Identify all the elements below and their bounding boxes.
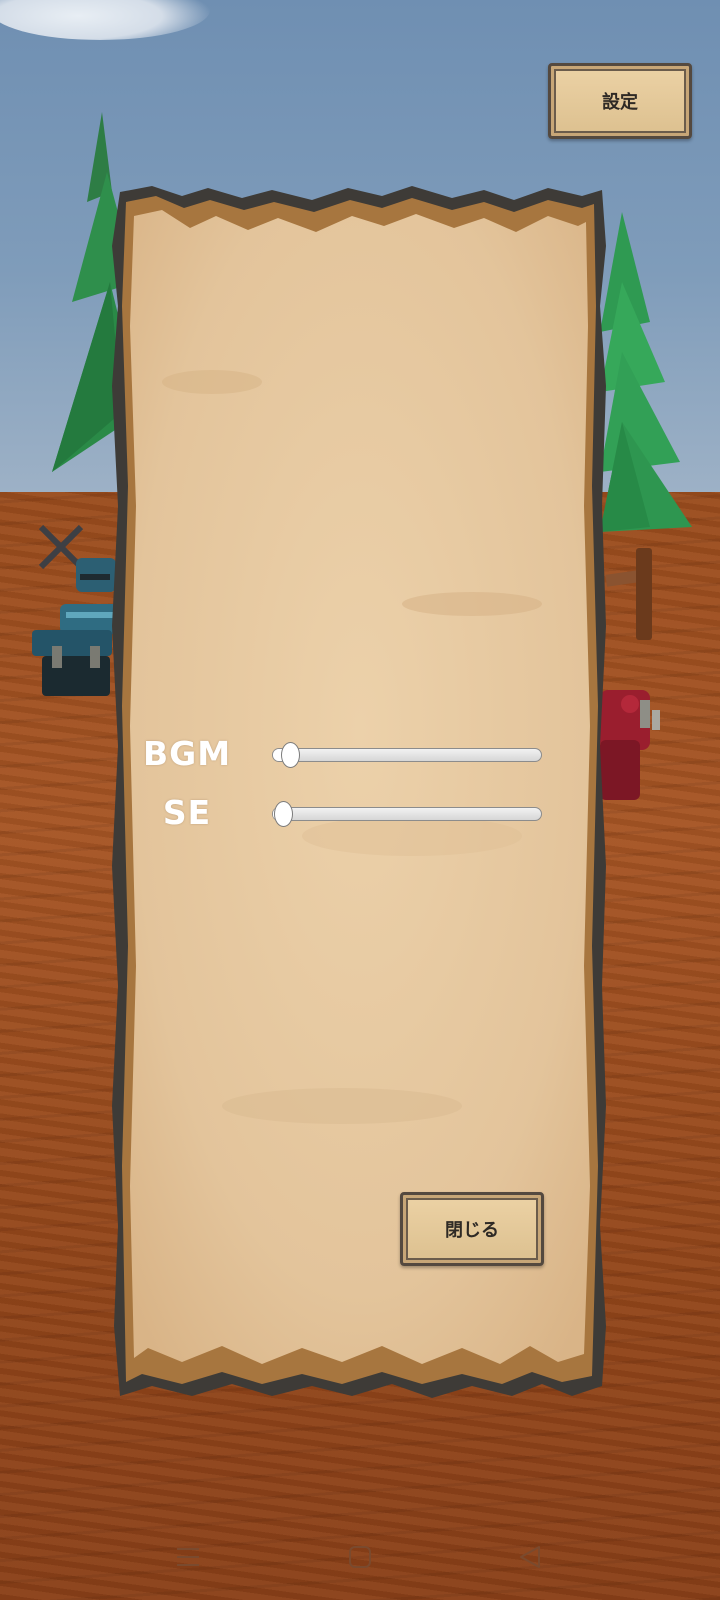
settings-button[interactable]: 設定 (548, 63, 692, 139)
bgm-label: BGM (142, 734, 232, 773)
settings-panel: BGM SE 閉じる (112, 186, 608, 1398)
tree-right (600, 212, 692, 532)
system-nav-bar (0, 1510, 720, 1600)
back-icon[interactable] (515, 1542, 545, 1572)
se-label: SE (162, 793, 212, 832)
cloud (0, 0, 210, 40)
game-scene: 設定 BGM SE 閉じる (0, 0, 720, 1600)
home-icon[interactable] (345, 1542, 375, 1572)
menu-icon[interactable] (173, 1542, 203, 1572)
se-row: SE (112, 793, 608, 833)
bgm-row: BGM (112, 734, 608, 774)
close-button[interactable]: 閉じる (400, 1192, 544, 1266)
settings-button-label: 設定 (602, 92, 638, 113)
robot-right (600, 690, 660, 800)
se-slider[interactable] (272, 801, 542, 827)
robot-left (32, 558, 122, 696)
bgm-slider[interactable] (272, 742, 542, 768)
close-button-label: 閉じる (445, 1220, 499, 1241)
se-slider-thumb[interactable] (274, 801, 293, 827)
bgm-slider-thumb[interactable] (281, 742, 301, 768)
fence-post (636, 548, 652, 640)
